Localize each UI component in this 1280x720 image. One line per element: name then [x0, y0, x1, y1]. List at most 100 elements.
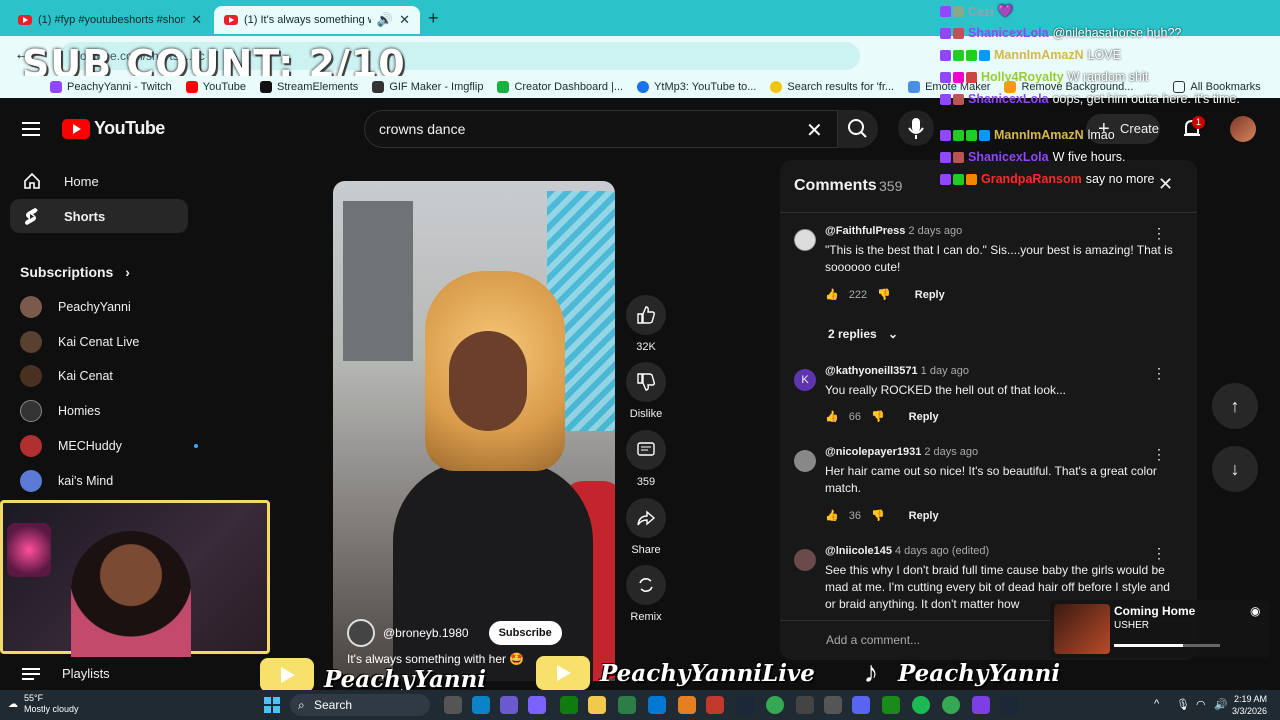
banner-youtube-live: PeachyYanniLive	[536, 656, 815, 690]
app-icon[interactable]	[678, 696, 696, 714]
task-view-icon[interactable]	[444, 696, 462, 714]
volume-icon[interactable]: 🔊	[1214, 698, 1228, 711]
new-tab-icon[interactable]: +	[428, 8, 439, 29]
subscribe-button[interactable]: Subscribe	[488, 621, 562, 645]
close-tab-icon[interactable]: ✕	[399, 12, 410, 28]
xbox-icon[interactable]	[560, 696, 578, 714]
album-art	[1054, 604, 1110, 654]
thumbs-down-icon[interactable]: 👎	[871, 410, 885, 423]
more-options-icon[interactable]: ⋮	[1152, 225, 1166, 242]
spotify-icon[interactable]	[912, 696, 930, 714]
reply-button[interactable]: Reply	[915, 289, 945, 301]
subscriptions-heading[interactable]: Subscriptions ›	[20, 264, 130, 280]
more-options-icon[interactable]: ⋮	[1152, 446, 1166, 463]
replies-toggle[interactable]: 2 replies ⌄	[828, 327, 898, 341]
subscription-item[interactable]: PeachyYanni	[20, 296, 131, 318]
more-options-icon[interactable]: ⋮	[1152, 545, 1166, 562]
remix-icon	[639, 578, 653, 592]
close-tab-icon[interactable]: ✕	[191, 12, 202, 28]
avatar[interactable]	[794, 549, 816, 571]
like-count: 222	[848, 288, 868, 301]
browser-tab-2[interactable]: (1) It's always something wi 🔊 ✕	[214, 6, 420, 34]
subscription-item[interactable]: Kai Cenat	[20, 365, 113, 387]
channel-handle[interactable]: @broneyb.1980	[383, 626, 469, 640]
weather-widget[interactable]: ☁ 55°F Mostly cloudy	[8, 693, 79, 715]
share-button[interactable]: Share	[625, 498, 667, 556]
subscription-item[interactable]: Homies	[20, 400, 100, 422]
avatar[interactable]	[794, 450, 816, 472]
thumbs-down-icon[interactable]: 👎	[877, 288, 891, 301]
previous-short-button[interactable]: ↑	[1212, 383, 1258, 429]
menu-icon[interactable]	[22, 122, 40, 136]
account-avatar[interactable]	[1230, 116, 1256, 142]
app-icon[interactable]	[972, 696, 990, 714]
dislike-button[interactable]: Dislike	[625, 362, 667, 420]
avatar[interactable]: K	[794, 369, 816, 391]
clear-search-icon[interactable]: ✕	[806, 118, 823, 143]
comment-handle[interactable]: @lniicole145 4 days ago (edited)	[825, 545, 989, 557]
comment-text: Her hair came out so nice! It's so beaut…	[825, 464, 1157, 495]
taskbar-search[interactable]: ⌕ Search	[290, 694, 430, 716]
wifi-icon[interactable]: ◠	[1196, 698, 1206, 711]
app-icon[interactable]	[824, 696, 842, 714]
channel-avatar[interactable]	[347, 619, 375, 647]
steam-icon[interactable]	[736, 696, 754, 714]
remix-button[interactable]: Remix	[625, 565, 667, 623]
chrome-icon[interactable]	[942, 696, 960, 714]
chat-badges	[940, 49, 990, 61]
thumbs-up-icon[interactable]: 👍	[825, 410, 839, 423]
comment-handle[interactable]: @FaithfulPress 2 days ago	[825, 225, 962, 237]
bookmark-ytmp3[interactable]: YtMp3: YouTube to...	[637, 81, 756, 93]
app-icon[interactable]	[706, 696, 724, 714]
sidebar-item-shorts[interactable]: Shorts	[10, 199, 188, 233]
discord-icon[interactable]	[852, 696, 870, 714]
close-icon[interactable]: ✕	[1158, 174, 1173, 195]
youtube-logo[interactable]: YouTube	[62, 118, 165, 139]
edge-icon[interactable]	[472, 696, 490, 714]
app-icon[interactable]	[882, 696, 900, 714]
sidebar-item-home[interactable]: Home	[10, 164, 188, 198]
comment-handle[interactable]: @kathyoneill3571 1 day ago	[825, 365, 969, 377]
like-button[interactable]: 32K	[625, 295, 667, 353]
copilot-icon[interactable]	[500, 696, 518, 714]
thumbs-down-icon[interactable]: 👎	[871, 509, 885, 522]
short-video-player[interactable]: @broneyb.1980 Subscribe It's always some…	[333, 181, 615, 681]
obs-icon[interactable]	[796, 696, 814, 714]
store-icon[interactable]	[618, 696, 636, 714]
speaker-icon[interactable]: 🔊	[377, 12, 393, 28]
more-options-icon[interactable]: ⋮	[1152, 365, 1166, 382]
taskbar-clock[interactable]: 2:19 AM 3/3/2026	[1232, 693, 1267, 717]
teams-icon[interactable]	[528, 696, 546, 714]
bookmark-search-results[interactable]: Search results for 'fr...	[770, 81, 894, 93]
avatar[interactable]	[794, 229, 816, 251]
avatar	[20, 470, 42, 492]
bookmark-imgflip[interactable]: GIF Maker - Imgflip	[372, 81, 483, 93]
home-icon	[24, 172, 40, 189]
thumbs-up-icon[interactable]: 👍	[825, 509, 839, 522]
comments-button[interactable]: 359	[625, 430, 667, 488]
bookmark-twitch[interactable]: PeachyYanni - Twitch	[50, 81, 172, 93]
subscription-item[interactable]: Kai Cenat Live	[20, 331, 139, 353]
thumbs-up-icon[interactable]: 👍	[825, 288, 839, 301]
reply-button[interactable]: Reply	[909, 510, 939, 522]
microphone-icon[interactable]: 🎙	[1176, 698, 1190, 711]
chevron-up-icon[interactable]: ^	[1154, 698, 1159, 710]
comment-handle[interactable]: @nicolepayer1931 2 days ago	[825, 446, 978, 458]
subscription-item[interactable]: MECHuddy	[20, 435, 198, 457]
bookmark-streamelements[interactable]: StreamElements	[260, 81, 358, 93]
mail-icon[interactable]	[648, 696, 666, 714]
file-explorer-icon[interactable]	[588, 696, 606, 714]
search-button[interactable]	[838, 110, 878, 148]
steam-icon[interactable]	[1000, 696, 1018, 714]
search-input[interactable]: crowns dance	[364, 110, 838, 148]
bookmark-creator-dashboard[interactable]: Creator Dashboard |...	[497, 81, 623, 93]
chrome-icon[interactable]	[766, 696, 784, 714]
windows-start-icon[interactable]	[264, 697, 280, 713]
reply-button[interactable]: Reply	[909, 411, 939, 423]
next-short-button[interactable]: ↓	[1212, 446, 1258, 492]
subscription-item[interactable]: kai's Mind	[20, 470, 113, 492]
bookmark-youtube[interactable]: YouTube	[185, 81, 246, 93]
voice-search-button[interactable]	[898, 110, 934, 146]
browser-tab-1[interactable]: (1) #fyp #youtubeshorts #shon ✕	[8, 6, 212, 34]
sidebar-item-playlists[interactable]: Playlists	[22, 666, 110, 681]
